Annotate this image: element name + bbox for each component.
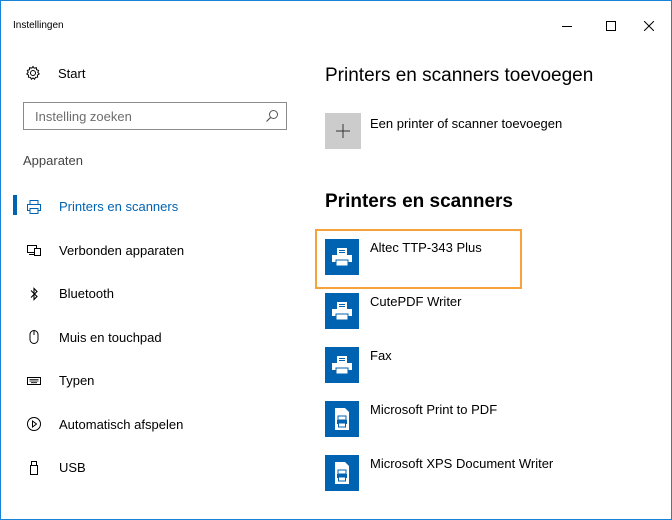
search-box[interactable]: Instelling zoeken bbox=[23, 102, 287, 130]
sidebar-item-connected-devices[interactable]: Verbonden apparaten bbox=[1, 229, 301, 273]
document-printer-icon bbox=[325, 401, 359, 437]
sidebar-item-autoplay[interactable]: Automatisch afspelen bbox=[1, 403, 301, 447]
sidebar: Start Instelling zoeken Apparaten Printe… bbox=[1, 41, 301, 519]
minimize-button[interactable] bbox=[545, 11, 589, 41]
printer-item-fax[interactable]: Fax bbox=[325, 339, 665, 393]
close-icon bbox=[644, 21, 654, 31]
add-section-heading: Printers en scanners toevoegen bbox=[325, 65, 594, 86]
search-icon[interactable] bbox=[262, 106, 282, 126]
gear-icon bbox=[25, 65, 41, 81]
printer-icon bbox=[325, 293, 359, 329]
add-printer-label: Een printer of scanner toevoegen bbox=[370, 116, 563, 131]
active-indicator bbox=[13, 195, 17, 215]
sidebar-item-label: USB bbox=[59, 460, 86, 476]
autoplay-icon bbox=[26, 416, 42, 432]
printer-icon bbox=[325, 239, 359, 275]
plus-icon bbox=[325, 113, 361, 149]
printer-name: Altec TTP-343 Plus bbox=[370, 240, 482, 255]
section-heading: Apparaten bbox=[23, 153, 83, 168]
sidebar-item-printers[interactable]: Printers en scanners bbox=[1, 185, 301, 229]
add-printer-button[interactable]: Een printer of scanner toevoegen bbox=[325, 113, 562, 149]
printer-item-altec[interactable]: Altec TTP-343 Plus bbox=[315, 229, 665, 289]
printer-item-cutepdf[interactable]: CutePDF Writer bbox=[325, 285, 665, 339]
sidebar-item-label: Muis en touchpad bbox=[59, 329, 162, 345]
mouse-icon bbox=[26, 329, 42, 345]
sidebar-item-label: Bluetooth bbox=[59, 286, 114, 302]
usb-icon bbox=[26, 460, 42, 476]
document-printer-icon bbox=[325, 455, 359, 491]
printer-list: Altec TTP-343 Plus CutePDF Writer Fax Mi… bbox=[315, 229, 665, 501]
close-button[interactable] bbox=[627, 11, 671, 41]
settings-window: Instellingen Start Instelling zoeken App… bbox=[0, 0, 672, 520]
devices-icon bbox=[26, 242, 42, 258]
home-link[interactable]: Start bbox=[25, 65, 85, 81]
sidebar-item-label: Automatisch afspelen bbox=[59, 416, 184, 432]
window-title: Instellingen bbox=[13, 20, 64, 31]
sidebar-item-label: Verbonden apparaten bbox=[59, 242, 185, 258]
printer-name: Microsoft Print to PDF bbox=[370, 402, 498, 417]
maximize-icon bbox=[606, 21, 616, 31]
printers-section-heading: Printers en scanners bbox=[325, 191, 513, 212]
sidebar-item-usb[interactable]: USB bbox=[1, 446, 301, 490]
bluetooth-icon bbox=[26, 286, 42, 302]
search-input[interactable]: Instelling zoeken bbox=[35, 109, 262, 124]
sidebar-item-mouse[interactable]: Muis en touchpad bbox=[1, 316, 301, 360]
sidebar-item-label: Typen bbox=[59, 373, 95, 389]
printer-name: Microsoft XPS Document Writer bbox=[370, 456, 554, 471]
printer-item-xps-writer[interactable]: Microsoft XPS Document Writer bbox=[325, 447, 665, 501]
sidebar-item-typing[interactable]: Typen bbox=[1, 359, 301, 403]
sidebar-item-label: Printers en scanners bbox=[59, 199, 179, 215]
printer-name: Fax bbox=[370, 348, 392, 363]
minimize-icon bbox=[562, 25, 572, 27]
keyboard-icon bbox=[26, 373, 42, 389]
title-bar: Instellingen bbox=[1, 1, 671, 41]
sidebar-item-bluetooth[interactable]: Bluetooth bbox=[1, 272, 301, 316]
home-label: Start bbox=[58, 65, 86, 81]
printer-name: CutePDF Writer bbox=[370, 294, 462, 309]
printer-item-print-to-pdf[interactable]: Microsoft Print to PDF bbox=[325, 393, 665, 447]
printer-icon bbox=[325, 347, 359, 383]
sidebar-nav: Printers en scanners Verbonden apparaten… bbox=[1, 185, 301, 490]
printer-icon bbox=[26, 199, 42, 215]
